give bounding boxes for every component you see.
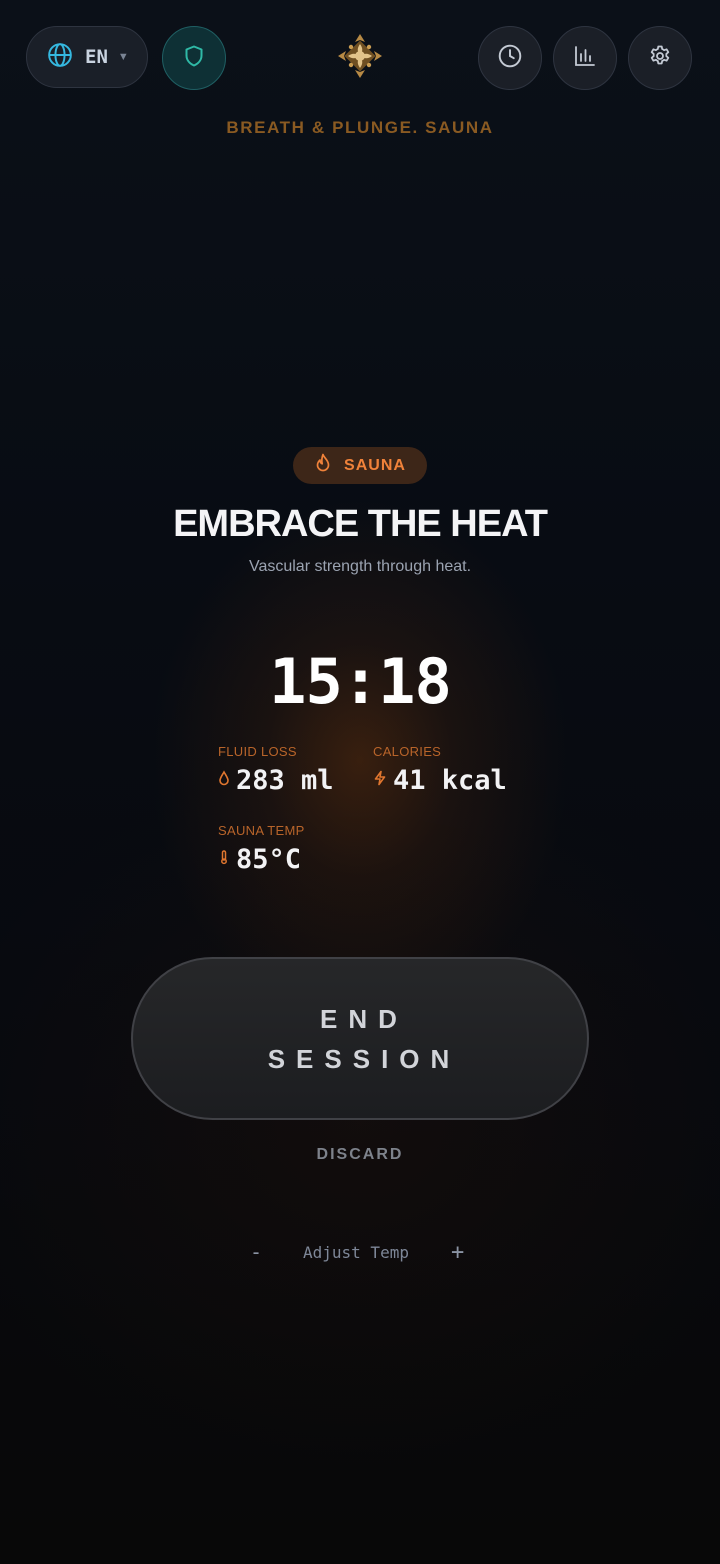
droplet-icon xyxy=(218,770,230,791)
language-code: EN xyxy=(85,46,108,68)
session-timer: 15:18 xyxy=(269,645,452,718)
brand-title: BREATH & PLUNGE. SAUNA xyxy=(226,118,494,137)
stat-calories: CALORIES 41 kcal xyxy=(373,744,507,796)
stat-label: SAUNA TEMP xyxy=(218,823,305,838)
end-session-button[interactable]: END SESSION xyxy=(131,957,589,1120)
shield-icon xyxy=(182,44,206,73)
bolt-icon xyxy=(373,770,387,791)
stat-label: CALORIES xyxy=(373,744,442,759)
chevron-down-icon: ▼ xyxy=(117,51,129,63)
background-glow xyxy=(0,0,720,1564)
ornament-logo xyxy=(336,32,384,80)
adjust-temp-label: Adjust Temp xyxy=(303,1243,409,1262)
language-selector[interactable]: EN ▼ xyxy=(26,26,148,88)
settings-button[interactable] xyxy=(628,26,692,90)
bar-chart-icon xyxy=(573,44,597,73)
stat-sauna-temp: SAUNA TEMP 85°C xyxy=(218,823,305,875)
stat-label: FLUID LOSS xyxy=(218,744,297,759)
decrease-temp-button[interactable]: - xyxy=(250,1240,262,1264)
stat-value: 85°C xyxy=(236,844,302,875)
stat-value: 283 ml xyxy=(236,765,334,796)
globe-icon xyxy=(47,42,73,73)
flame-icon xyxy=(314,453,332,478)
headline: EMBRACE THE HEAT xyxy=(173,503,548,545)
mode-badge: SAUNA xyxy=(293,447,427,484)
mode-label: SAUNA xyxy=(344,456,406,474)
gear-icon xyxy=(648,44,672,73)
top-bar: EN ▼ xyxy=(26,26,694,92)
clock-icon xyxy=(497,43,523,74)
stat-value: 41 kcal xyxy=(393,765,507,796)
history-button[interactable] xyxy=(478,26,542,90)
stats-button[interactable] xyxy=(553,26,617,90)
stat-fluid-loss: FLUID LOSS 283 ml xyxy=(218,744,334,796)
thermometer-icon xyxy=(218,849,230,870)
increase-temp-button[interactable]: + xyxy=(451,1240,464,1265)
privacy-button[interactable] xyxy=(162,26,226,90)
discard-button[interactable]: DISCARD xyxy=(0,1146,720,1164)
end-session-label: END SESSION xyxy=(267,1003,461,1074)
temp-adjuster: - Adjust Temp + xyxy=(0,1240,720,1268)
subtitle: Vascular strength through heat. xyxy=(248,558,472,575)
